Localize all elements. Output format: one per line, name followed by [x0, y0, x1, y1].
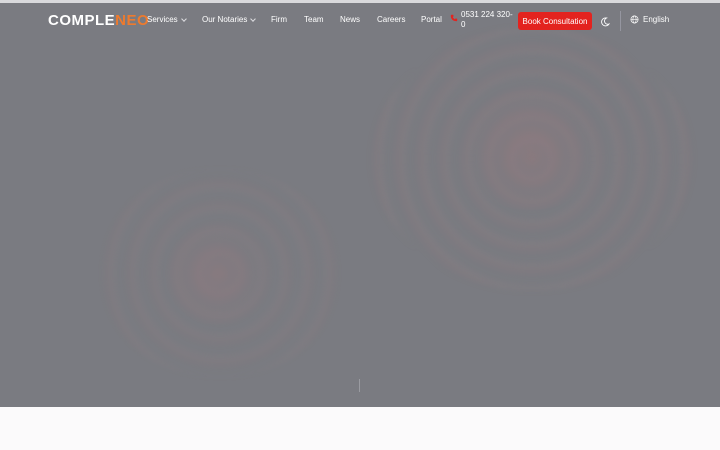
content-section: [0, 407, 720, 450]
scroll-indicator[interactable]: [359, 379, 360, 392]
nav-divider: [620, 11, 621, 31]
phone-link[interactable]: 0531 224 320-0: [450, 10, 513, 30]
nav-item-news[interactable]: News: [340, 15, 360, 24]
chevron-down-icon: [250, 15, 257, 22]
nav-item-our-notaries[interactable]: Our Notaries: [202, 15, 257, 24]
main-navigation: COMPLE NEO Services Our Notaries Firm Tea…: [0, 3, 720, 37]
nav-item-label: Services: [147, 15, 178, 24]
nav-item-services[interactable]: Services: [147, 15, 187, 24]
chevron-down-icon: [180, 15, 187, 22]
logo-text-accent: NEO: [115, 11, 150, 29]
language-selector[interactable]: English: [630, 15, 669, 24]
nav-item-team[interactable]: Team: [304, 15, 324, 24]
globe-icon: [630, 15, 639, 24]
language-label: English: [643, 15, 670, 24]
hero-section: [0, 0, 720, 407]
nav-item-label: Team: [304, 15, 324, 24]
nav-item-portal[interactable]: Portal: [421, 15, 442, 24]
logo-text-main: COMPLE: [48, 11, 116, 29]
moon-icon[interactable]: [600, 17, 610, 27]
brand-logo[interactable]: COMPLE NEO: [48, 11, 150, 29]
nav-item-firm[interactable]: Firm: [271, 15, 287, 24]
nav-item-label: Firm: [271, 15, 287, 24]
nav-item-label: Careers: [377, 15, 406, 24]
nav-item-label: Portal: [421, 15, 442, 24]
nav-item-label: News: [340, 15, 361, 24]
hero-decoration-glow-left: [160, 225, 270, 325]
phone-number: 0531 224 320-0: [461, 10, 513, 29]
phone-icon: [450, 14, 458, 22]
nav-item-careers[interactable]: Careers: [377, 15, 405, 24]
book-consultation-button[interactable]: Book Consultation: [518, 12, 592, 30]
hero-decoration-glow-right: [455, 90, 605, 210]
nav-item-label: Our Notaries: [202, 15, 248, 24]
